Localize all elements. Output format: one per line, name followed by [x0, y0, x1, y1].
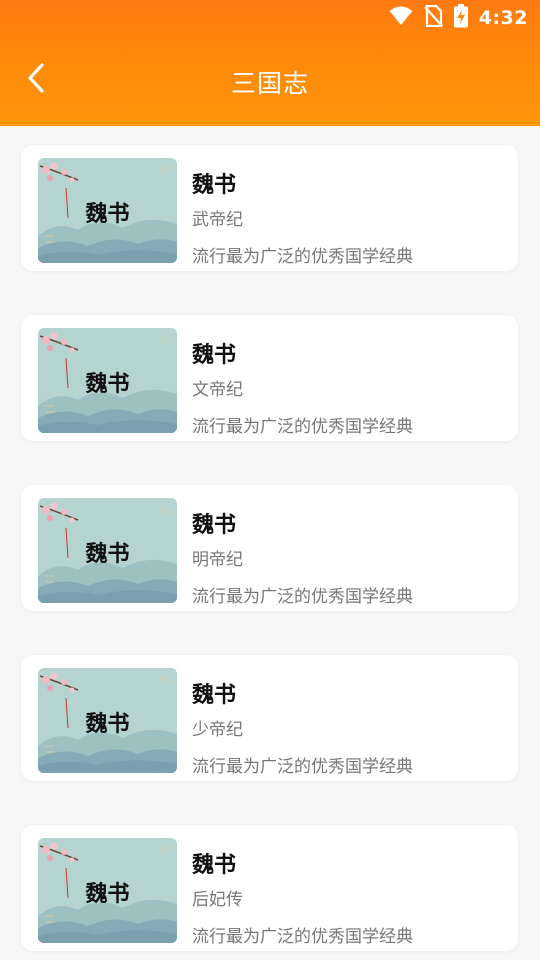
wifi-icon	[389, 6, 413, 30]
book-title: 魏书	[192, 343, 237, 368]
book-card[interactable]: 魏书 魏书 文帝纪 流行最为广泛的优秀国学经典	[21, 315, 518, 441]
book-chapter: 后妃传	[192, 890, 243, 910]
book-chapter: 文帝纪	[192, 380, 243, 400]
book-chapter: 少帝纪	[192, 720, 243, 740]
cover-label: 魏书	[85, 882, 130, 907]
book-cover-image: 魏书	[38, 328, 177, 433]
book-title: 魏书	[192, 173, 237, 198]
book-cover-image: 魏书	[38, 498, 177, 603]
app-header: 4:32 三国志	[0, 0, 540, 126]
book-title: 魏书	[192, 513, 237, 538]
book-title: 魏书	[192, 853, 237, 878]
book-card[interactable]: 魏书 魏书 少帝纪 流行最为广泛的优秀国学经典	[21, 655, 518, 781]
cover-label: 魏书	[85, 712, 130, 737]
book-card[interactable]: 魏书 魏书 武帝纪 流行最为广泛的优秀国学经典	[21, 145, 518, 271]
book-description: 流行最为广泛的优秀国学经典	[192, 417, 413, 437]
book-description: 流行最为广泛的优秀国学经典	[192, 927, 413, 947]
book-cover-image: 魏书	[38, 838, 177, 943]
battery-charging-icon	[453, 4, 469, 32]
status-time: 4:32	[478, 7, 528, 29]
book-chapter: 武帝纪	[192, 210, 243, 230]
cover-label: 魏书	[85, 202, 130, 227]
book-title: 魏书	[192, 683, 237, 708]
book-description: 流行最为广泛的优秀国学经典	[192, 587, 413, 607]
book-chapter: 明帝纪	[192, 550, 243, 570]
cover-label: 魏书	[85, 542, 130, 567]
book-card[interactable]: 魏书 魏书 后妃传 流行最为广泛的优秀国学经典	[21, 825, 518, 951]
status-icons: 4:32	[389, 4, 528, 32]
book-card[interactable]: 魏书 魏书 明帝纪 流行最为广泛的优秀国学经典	[21, 485, 518, 611]
page-title: 三国志	[230, 69, 309, 98]
book-cover-image: 魏书	[38, 668, 177, 773]
nav-bar: 三国志	[0, 44, 540, 116]
status-bar: 4:32	[0, 0, 540, 36]
book-cover-image: 魏书	[38, 158, 177, 263]
cover-label: 魏书	[85, 372, 130, 397]
book-description: 流行最为广泛的优秀国学经典	[192, 247, 413, 267]
no-sim-icon	[423, 4, 443, 31]
book-description: 流行最为广泛的优秀国学经典	[192, 757, 413, 777]
